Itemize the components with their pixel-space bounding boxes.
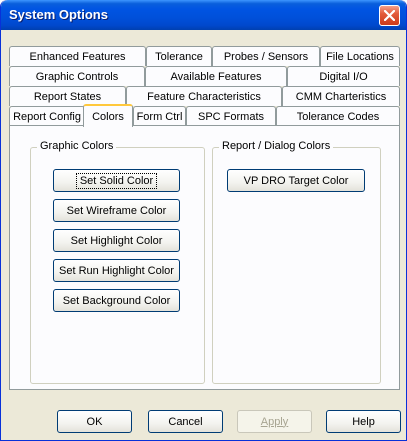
- tab-probes-sensors[interactable]: Probes / Sensors: [212, 46, 320, 66]
- set-background-color-button[interactable]: Set Background Color: [53, 289, 180, 312]
- button-label: Help: [352, 415, 375, 428]
- graphic-colors-group: Graphic Colors Set Solid Color Set Wiref…: [30, 140, 205, 384]
- close-button[interactable]: [379, 5, 400, 26]
- report-dialog-colors-title: Report / Dialog Colors: [219, 140, 334, 152]
- tab-label: Form Ctrl: [136, 110, 183, 123]
- tab-row-1: Enhanced Features Tolerance Probes / Sen…: [9, 46, 400, 66]
- report-dialog-colors-group: Report / Dialog Colors VP DRO Target Col…: [212, 140, 381, 384]
- button-label: Set Highlight Color: [70, 234, 163, 247]
- tab-report-config[interactable]: Report Config: [9, 106, 85, 126]
- tab-digital-io[interactable]: Digital I/O: [287, 66, 400, 86]
- set-wireframe-color-button[interactable]: Set Wireframe Color: [53, 199, 180, 222]
- tab-label: Feature Characteristics: [147, 90, 261, 103]
- button-label: Set Solid Color: [75, 172, 158, 189]
- tab-feature-characteristics[interactable]: Feature Characteristics: [126, 86, 282, 106]
- button-label: Apply: [260, 415, 289, 428]
- button-label: Set Wireframe Color: [66, 204, 167, 217]
- system-options-dialog: System Options Enhanced Features Toleran…: [0, 0, 407, 441]
- window-title: System Options: [9, 7, 108, 22]
- button-label: OK: [86, 415, 103, 428]
- tab-label: Colors: [92, 110, 124, 123]
- tab-graphic-controls[interactable]: Graphic Controls: [9, 66, 145, 86]
- cancel-button[interactable]: Cancel: [148, 410, 223, 433]
- colors-tab-panel: Graphic Colors Set Solid Color Set Wiref…: [9, 125, 400, 390]
- tab-label: CMM Charteristics: [295, 90, 387, 103]
- tab-label: Graphic Controls: [35, 70, 119, 83]
- ok-button[interactable]: OK: [57, 410, 132, 433]
- close-icon: [384, 10, 395, 21]
- tab-label: Probes / Sensors: [223, 50, 309, 63]
- set-solid-color-button[interactable]: Set Solid Color: [53, 169, 180, 192]
- graphic-colors-title: Graphic Colors: [37, 140, 117, 152]
- set-highlight-color-button[interactable]: Set Highlight Color: [53, 229, 180, 252]
- tab-form-ctrl[interactable]: Form Ctrl: [133, 106, 186, 126]
- tab-control: Enhanced Features Tolerance Probes / Sen…: [9, 46, 400, 390]
- apply-button[interactable]: Apply: [237, 410, 312, 433]
- tab-label: Tolerance Codes: [296, 110, 380, 123]
- tab-row-2: Graphic Controls Available Features Digi…: [9, 66, 400, 86]
- button-label: Set Run Highlight Color: [59, 264, 174, 277]
- tab-spc-formats[interactable]: SPC Formats: [186, 106, 276, 126]
- tab-label: Digital I/O: [319, 70, 368, 83]
- button-label: VP DRO Target Color: [243, 174, 349, 187]
- tab-label: File Locations: [326, 50, 394, 63]
- button-label: Cancel: [168, 415, 203, 428]
- tab-label: Report States: [33, 90, 102, 103]
- set-run-highlight-color-button[interactable]: Set Run Highlight Color: [53, 259, 180, 282]
- tab-colors[interactable]: Colors: [83, 104, 133, 127]
- vp-dro-target-color-button[interactable]: VP DRO Target Color: [227, 169, 365, 192]
- tab-row-3: Report States Feature Characteristics CM…: [9, 86, 400, 106]
- tab-label: SPC Formats: [197, 110, 264, 123]
- button-label: Set Background Color: [62, 294, 171, 307]
- tab-report-states[interactable]: Report States: [9, 86, 126, 106]
- tab-tolerance[interactable]: Tolerance: [146, 46, 212, 66]
- tab-cmm-charteristics[interactable]: CMM Charteristics: [282, 86, 400, 106]
- tab-enhanced-features[interactable]: Enhanced Features: [9, 46, 146, 66]
- tab-available-features[interactable]: Available Features: [145, 66, 287, 86]
- tab-label: Enhanced Features: [29, 50, 126, 63]
- tab-row-4: Report Config Colors Form Ctrl SPC Forma…: [9, 104, 400, 127]
- tab-tolerance-codes[interactable]: Tolerance Codes: [276, 106, 400, 126]
- tab-label: Tolerance: [155, 50, 203, 63]
- title-bar[interactable]: System Options: [1, 0, 406, 30]
- help-button[interactable]: Help: [326, 410, 401, 433]
- tab-file-locations[interactable]: File Locations: [320, 46, 400, 66]
- tab-label: Report Config: [13, 110, 81, 123]
- tab-label: Available Features: [170, 70, 262, 83]
